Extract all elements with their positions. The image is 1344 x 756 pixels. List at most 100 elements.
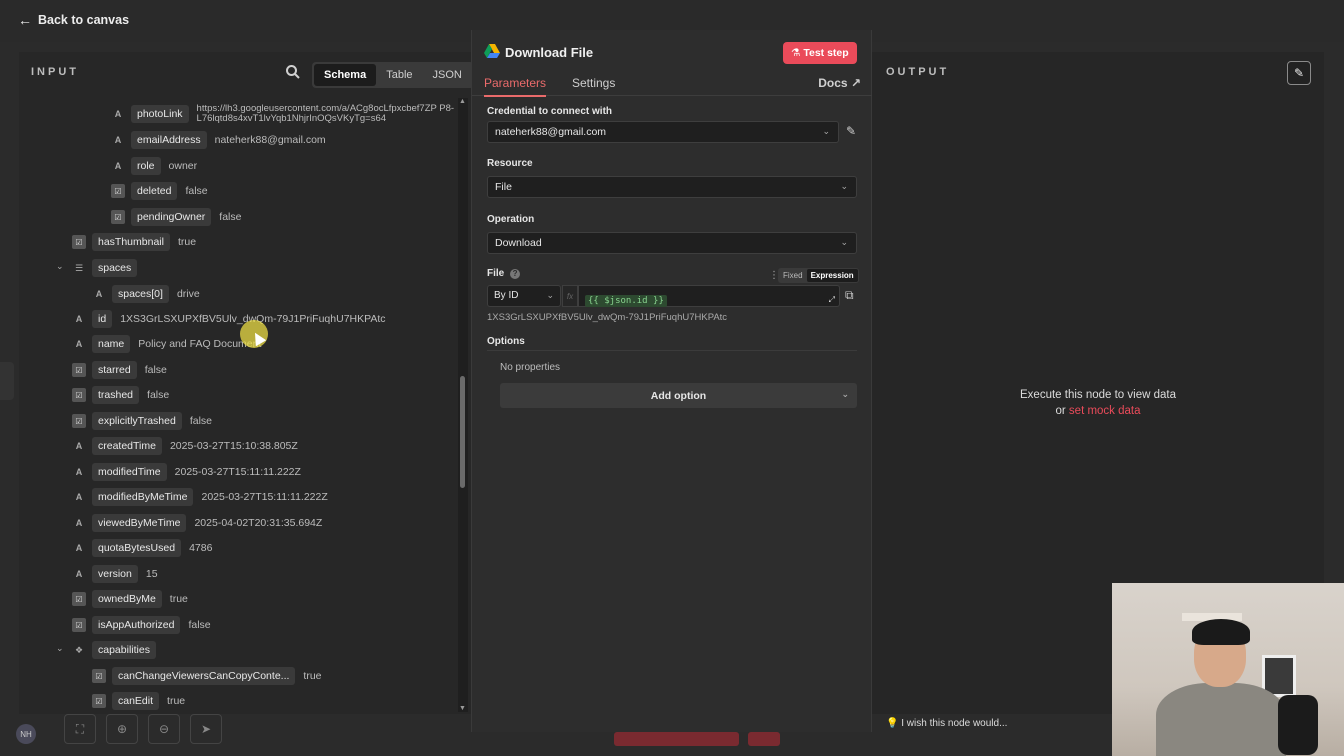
add-option-button[interactable]: Add option ⌄ (500, 383, 857, 408)
scroll-thumb[interactable] (460, 376, 465, 488)
help-icon[interactable]: ? (510, 269, 521, 279)
tree-row[interactable]: ☑ canEdit true (92, 691, 185, 711)
chevron-down-icon: ⌄ (841, 389, 849, 399)
execute-workflow-button[interactable] (614, 732, 739, 746)
tree-row[interactable]: A createdTime 2025-03-27T15:10:38.805Z (72, 436, 298, 456)
chevron-down-icon: ⌄ (822, 126, 830, 136)
tree-row[interactable]: A name Policy and FAQ Document (72, 334, 261, 354)
tree-row[interactable]: ☑ pendingOwner false (111, 207, 241, 227)
node-tabs: Parameters Settings Docs ↗ (472, 70, 873, 97)
input-scrollbar[interactable]: ▲ ▼ (458, 98, 468, 712)
credential-select[interactable]: nateherk88@gmail.com ⌄ (487, 121, 839, 143)
delete-button[interactable] (748, 732, 780, 746)
open-file-external-icon[interactable]: ⧉ (845, 288, 854, 303)
back-to-canvas-link[interactable]: ← Back to canvas (18, 12, 129, 28)
tree-row[interactable]: ❖ capabilities (72, 640, 164, 660)
boolean-type-icon: ☑ (72, 414, 86, 428)
tab-table[interactable]: Table (376, 64, 422, 86)
tree-row[interactable]: ☑ canChangeViewersCanCopyConte... true (92, 666, 322, 686)
tree-row[interactable]: A viewedByMeTime 2025-04-02T20:31:35.694… (72, 513, 322, 533)
boolean-type-icon: ☑ (72, 592, 86, 606)
tree-row[interactable]: ☑ trashed false (72, 385, 169, 405)
chevron-down-icon: ⌄ (840, 181, 848, 191)
resource-label: Resource (487, 158, 533, 169)
string-type-icon: A (75, 467, 83, 477)
set-mock-data-link[interactable]: set mock data (1069, 405, 1141, 417)
zoom-out-icon[interactable]: ⊖ (148, 714, 180, 744)
tree-row[interactable]: A version 15 (72, 564, 158, 584)
mode-expression[interactable]: Expression (806, 269, 858, 282)
chevron-down-icon[interactable]: ⌄ (56, 261, 64, 272)
tree-row[interactable]: ☑ ownedByMe true (72, 589, 188, 609)
field-key: explicitlyTrashed (92, 412, 182, 430)
zoom-in-icon[interactable]: ⊕ (106, 714, 138, 744)
pencil-icon: ✎ (1293, 66, 1305, 80)
avatar[interactable]: NH (16, 724, 36, 744)
tree-row[interactable]: ☑ deleted false (111, 181, 208, 201)
field-value: drive (176, 288, 200, 300)
tree-row[interactable]: A quotaBytesUsed 4786 (72, 538, 212, 558)
tree-row[interactable]: A modifiedTime 2025-03-27T15:11:11.222Z (72, 462, 301, 482)
field-key: viewedByMeTime (92, 514, 187, 532)
tree-row[interactable]: ☑ explicitlyTrashed false (72, 411, 212, 431)
output-header: OUTPUT (886, 66, 950, 78)
cursor-tool-icon[interactable]: ➤ (190, 714, 222, 744)
docs-link[interactable]: Docs ↗ (818, 76, 861, 90)
field-key: version (92, 565, 138, 583)
resolved-expression-value: 1XS3GrLSXUPXfBV5Ulv_dwQm-79J1PriFuqhU7HK… (487, 312, 728, 323)
back-label: Back to canvas (38, 13, 130, 27)
resource-select[interactable]: File ⌄ (487, 176, 857, 198)
tree-row[interactable]: A spaces[0] drive (92, 284, 200, 304)
docs-label: Docs (818, 76, 848, 90)
file-mode-select[interactable]: By ID ⌄ (487, 285, 561, 307)
gdrive-node-tab-icon[interactable] (0, 362, 14, 400)
field-key: emailAddress (131, 131, 207, 149)
file-label-text: File (487, 268, 505, 279)
tab-parameters[interactable]: Parameters (484, 76, 547, 97)
expand-icon[interactable]: ⤢ (829, 295, 835, 305)
field-key: photoLink (131, 105, 189, 123)
field-value: owner (168, 160, 198, 172)
search-icon[interactable] (285, 64, 301, 80)
chevron-down-icon[interactable]: ⌄ (56, 643, 64, 654)
pencil-icon[interactable]: ✎ (846, 124, 856, 138)
boolean-type-icon: ☑ (92, 669, 106, 683)
tree-row[interactable]: ☑ hasThumbnail true (72, 232, 196, 252)
field-value: false (147, 389, 170, 401)
field-value: 15 (145, 568, 158, 580)
boolean-type-icon: ☑ (111, 210, 125, 224)
tree-row[interactable]: ☑ starred false (72, 360, 167, 380)
file-expression-input[interactable]: {{ $json.id }} ⤢ (578, 285, 840, 307)
operation-select[interactable]: Download ⌄ (487, 232, 857, 254)
tree-row[interactable]: A modifiedByMeTime 2025-03-27T15:11:11.2… (72, 487, 328, 507)
tree-row[interactable]: A role owner (111, 156, 197, 176)
feedback-hint[interactable]: 💡 I wish this node would... (886, 718, 1007, 729)
tree-row[interactable]: A emailAddress nateherk88@gmail.com (111, 130, 326, 150)
fit-view-icon[interactable]: ⛶ (64, 714, 96, 744)
resource-value: File (495, 181, 512, 193)
tree-row[interactable]: ☰ spaces (72, 258, 145, 278)
tab-schema[interactable]: Schema (314, 64, 377, 86)
string-type-icon: A (75, 543, 83, 553)
tree-row[interactable]: A photoLink https://lh3.googleuserconten… (111, 100, 455, 128)
expression-code: {{ $json.id }} (585, 295, 667, 307)
field-value: true (167, 695, 186, 707)
edit-output-button[interactable]: ✎ (1287, 61, 1311, 85)
tree-row[interactable]: A id 1XS3GrLSXUPXfBV5Ulv_dwQm-79J1PriFuq… (72, 309, 386, 329)
field-key: spaces[0] (112, 285, 169, 303)
field-key: id (92, 310, 113, 328)
string-type-icon: A (75, 314, 83, 324)
field-key: role (131, 157, 161, 175)
field-key: capabilities (92, 641, 156, 659)
tree-row[interactable]: ☑ isAppAuthorized false (72, 615, 211, 635)
tab-json[interactable]: JSON (423, 64, 472, 86)
scroll-down-arrow-icon[interactable]: ▼ (459, 705, 466, 712)
boolean-type-icon: ☑ (72, 618, 86, 632)
test-step-button[interactable]: ⚗ Test step (783, 42, 857, 64)
field-key: modifiedByMeTime (92, 488, 194, 506)
scroll-up-arrow-icon[interactable]: ▲ (459, 98, 466, 105)
external-link-icon: ↗ (850, 76, 861, 90)
mode-fixed[interactable]: Fixed (779, 269, 807, 282)
tab-settings[interactable]: Settings (572, 76, 615, 90)
field-value: false (144, 364, 167, 376)
